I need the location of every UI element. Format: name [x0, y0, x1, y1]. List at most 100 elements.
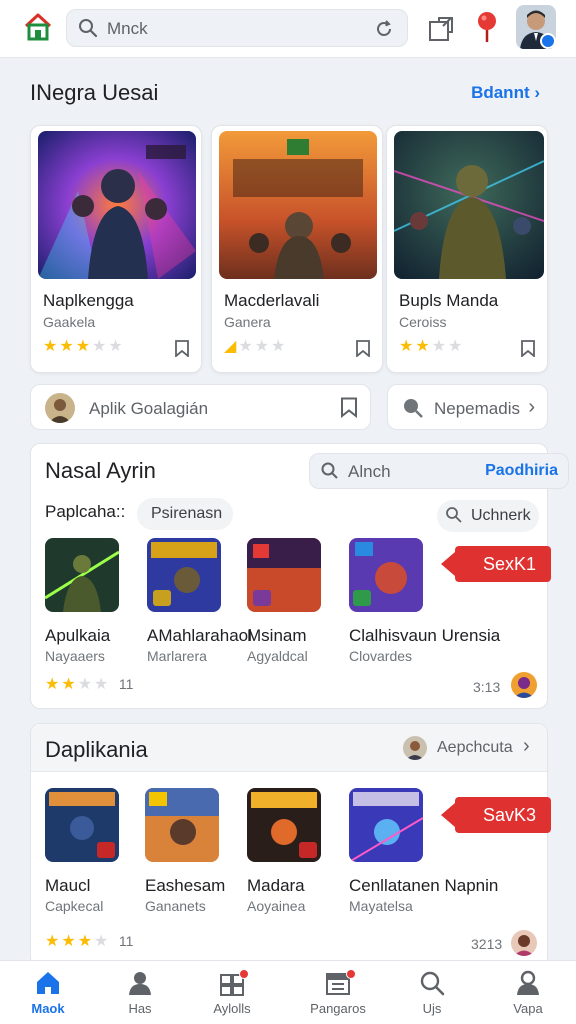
nav-label: Pangaros — [310, 1001, 366, 1016]
star-icon: ◢ — [224, 338, 237, 355]
top-app-bar: Mnck — [0, 0, 576, 58]
person-icon — [126, 969, 154, 997]
card-subtitle: Ganera — [224, 314, 271, 330]
nav-label: Maok — [31, 1001, 65, 1016]
star-icon: ★ — [77, 676, 93, 693]
nav-item-home[interactable]: Maok — [0, 961, 96, 1024]
search-chip[interactable]: Uchnerk — [437, 500, 539, 532]
bookmark-icon[interactable] — [356, 340, 370, 358]
app-subtitle: Capkecal — [45, 898, 104, 914]
star-icon: ★ — [238, 338, 253, 355]
rating-stars: ★ ★ ★ ★ ★ — [43, 338, 125, 356]
star-icon: ★ — [92, 338, 107, 355]
panel-title: Nasal Ayrin — [45, 458, 156, 483]
refresh-icon[interactable] — [373, 18, 395, 40]
panel-title: Daplikania — [45, 737, 148, 762]
author-link[interactable]: Aepchcuta — [437, 739, 513, 757]
bookmark-icon[interactable] — [521, 340, 535, 358]
search-icon — [418, 969, 446, 997]
star-icon: ★ — [94, 676, 109, 693]
chip-label: Uchnerk — [471, 507, 531, 524]
star-icon: ★ — [448, 338, 463, 355]
star-icon: ★ — [415, 338, 430, 355]
pill-label: Aplik Goalagián — [89, 399, 209, 418]
star-icon: ★ — [75, 338, 91, 355]
share-icon[interactable] — [425, 12, 457, 44]
panel-search-bar[interactable]: Alnch Paodhiria — [309, 453, 569, 489]
panel-search-input[interactable]: Alnch — [348, 462, 391, 482]
nav-item-account[interactable]: Vapa — [480, 961, 576, 1024]
filter-label: Paplcaha:: — [45, 502, 126, 521]
nav-label: Ujs — [422, 1001, 442, 1016]
bottom-navigation: Maok Has Aylolls Pangaros Ujs Vapa — [0, 960, 576, 1024]
star-icon: ★ — [45, 676, 60, 693]
home-icon — [34, 969, 62, 997]
star-icon: ★ — [399, 338, 414, 355]
app-title: Maucl — [45, 876, 91, 895]
rating-stars: ◢ ★ ★ ★ — [224, 338, 287, 356]
notification-dot — [346, 969, 356, 979]
search-icon — [320, 461, 340, 481]
tag-label: SexK1 — [483, 554, 537, 574]
app-subtitle: Nayaaers — [45, 648, 105, 664]
rating-stars: ★ ★ ★ ★ — [399, 338, 464, 356]
location-pin-icon[interactable] — [474, 10, 500, 44]
game-art — [38, 131, 196, 279]
avatar — [511, 672, 537, 698]
nav-item-apps[interactable]: Aylolls — [184, 961, 280, 1024]
nav-label: Has — [128, 1001, 152, 1016]
verified-badge — [540, 33, 556, 49]
app-subtitle: Agyaldcal — [247, 648, 308, 664]
card-subtitle: Gaakela — [43, 314, 96, 330]
star-icon: ★ — [43, 338, 58, 355]
rating-stars: ★ ★ ★ ★ 11 — [45, 676, 133, 694]
nav-item-has[interactable]: Has — [92, 961, 188, 1024]
card-subtitle: Ceroiss — [399, 314, 447, 330]
star-icon: ★ — [108, 338, 123, 355]
chevron-right-icon: › — [528, 396, 535, 418]
search-pill[interactable]: Nepemadis › — [387, 384, 548, 430]
app-icon — [349, 788, 423, 862]
app-icon — [145, 788, 219, 862]
chip-label: Psirenasn — [151, 505, 223, 522]
app-title: AMahlarahaol — [147, 626, 252, 645]
app-suggestion-pill[interactable]: Aplik Goalagián — [30, 384, 371, 430]
nav-item-calendar[interactable]: Pangaros — [290, 961, 386, 1024]
featured-card[interactable]: Macderlavali Ganera ◢ ★ ★ ★ — [211, 125, 383, 373]
featured-card[interactable]: Bupls Manda Ceroiss ★ ★ ★ ★ — [386, 125, 548, 373]
app-subtitle: Marlarera — [147, 648, 207, 664]
app-icon — [45, 788, 119, 862]
featured-card[interactable]: Naplkengga Gaakela ★ ★ ★ ★ ★ — [30, 125, 202, 373]
nav-label: Vapa — [513, 1001, 543, 1016]
timestamp: 3:13 — [473, 679, 501, 695]
sale-tag: SexK1 — [441, 546, 551, 582]
pill-label: Nepemadis — [434, 399, 520, 418]
home-icon[interactable] — [20, 9, 56, 45]
avatar — [403, 736, 427, 760]
app-title: Cenllatanen Napnin — [349, 876, 499, 895]
filter-chip[interactable]: Psirenasn — [137, 498, 233, 530]
app-title: Msinam — [247, 626, 307, 645]
nav-item-search[interactable]: Ujs — [384, 961, 480, 1024]
rating-stars: ★ ★ ★ ★ 11 — [45, 933, 133, 951]
section-more-link[interactable]: Bdannt › — [471, 83, 540, 103]
avatar[interactable] — [516, 5, 556, 49]
avatar — [45, 393, 75, 423]
bookmark-icon[interactable] — [175, 340, 189, 358]
chevron-right-icon[interactable]: › — [523, 735, 530, 758]
bookmark-icon[interactable] — [340, 397, 358, 423]
nav-label: Aylolls — [213, 1001, 251, 1016]
notification-dot — [239, 969, 249, 979]
app-title: Eashesam — [145, 876, 226, 895]
panel-search-link[interactable]: Paodhiria — [485, 462, 558, 480]
rating-count: 11 — [118, 933, 134, 949]
search-bar[interactable]: Mnck — [66, 9, 408, 47]
search-icon — [77, 17, 99, 39]
app-icon — [349, 538, 423, 612]
app-title: Clalhisvaun Urensia — [349, 626, 501, 645]
search-input[interactable]: Mnck — [107, 19, 148, 39]
timestamp: 3213 — [471, 936, 503, 952]
account-icon — [514, 969, 542, 997]
app-icon — [147, 538, 221, 612]
sale-tag: SavK3 — [441, 797, 551, 833]
